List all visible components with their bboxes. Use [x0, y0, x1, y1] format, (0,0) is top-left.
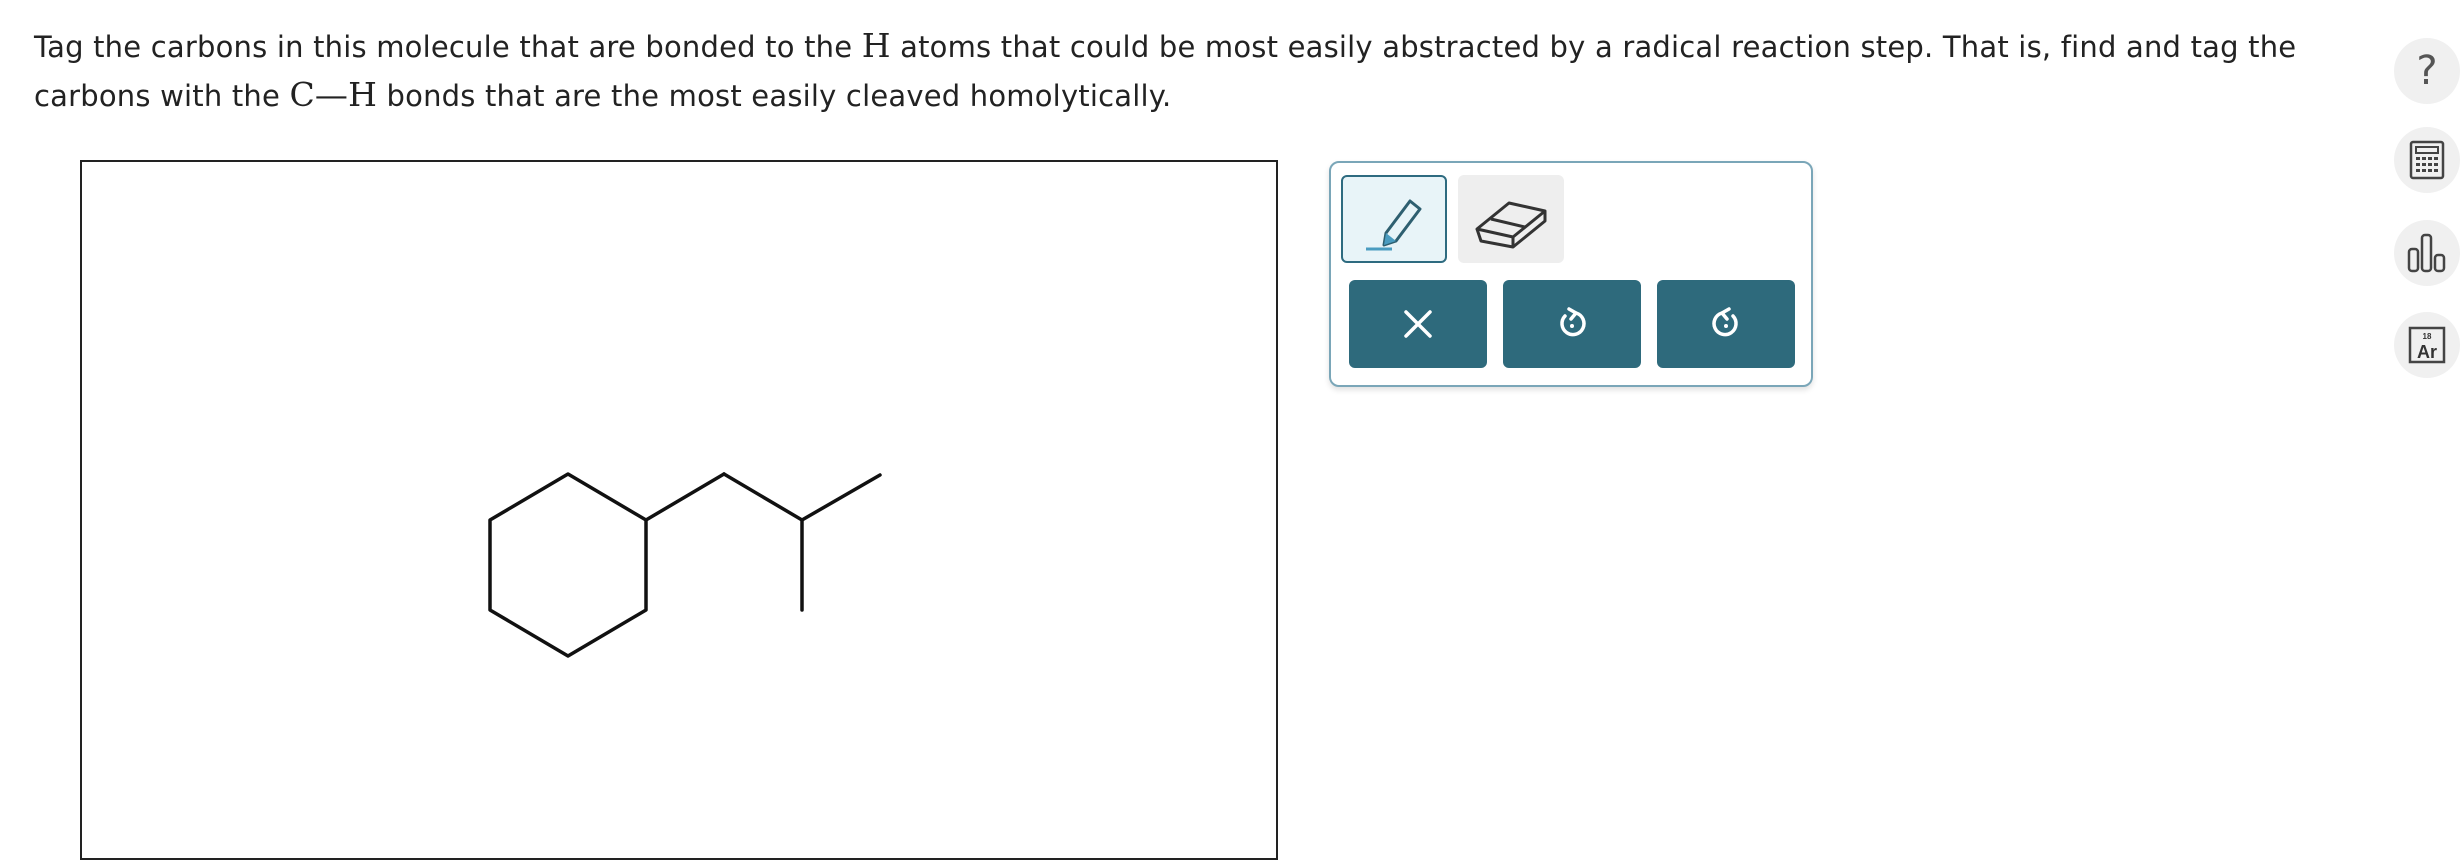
hydrogen-symbol: H [861, 26, 891, 65]
calculator-button[interactable] [2394, 127, 2460, 193]
pencil-icon [1366, 199, 1422, 251]
carbon-symbol: C [289, 75, 315, 114]
undo-icon [1560, 307, 1586, 337]
bond-dash: — [314, 75, 349, 114]
drawing-toolbar [1329, 161, 1813, 387]
hydrogen-symbol: H [348, 75, 378, 114]
bond [644, 472, 726, 522]
periodic-table-symbol: Ar [2417, 342, 2437, 362]
question-text: Tag the carbons in this molecule that ar… [34, 22, 2334, 120]
calculator-icon [2409, 140, 2445, 180]
cyclohexane-ring [488, 472, 648, 658]
clear-button[interactable] [1349, 280, 1487, 368]
pencil-tool[interactable] [1341, 175, 1447, 263]
undo-button[interactable] [1503, 280, 1641, 368]
help-button[interactable]: ? [2394, 38, 2460, 104]
molecule-structure [488, 472, 882, 658]
bond [800, 473, 882, 522]
periodic-table-button[interactable]: 18 Ar [2394, 312, 2460, 378]
eraser-tool[interactable] [1458, 175, 1564, 263]
help-icon: ? [2416, 48, 2438, 94]
periodic-table-icon: 18 Ar [2408, 326, 2446, 364]
eraser-icon [1475, 201, 1547, 249]
bond [722, 472, 804, 522]
redo-button[interactable] [1657, 280, 1795, 368]
question-text-part: Tag the carbons in this molecule that ar… [34, 30, 862, 64]
redo-icon [1712, 307, 1738, 337]
close-icon [1404, 310, 1432, 338]
periodic-table-number: 18 [2423, 332, 2432, 341]
chart-button[interactable] [2394, 220, 2460, 286]
bar-chart-icon [2407, 233, 2446, 273]
question-text-part: bonds that are the most easily cleaved h… [377, 79, 1172, 113]
drawing-canvas[interactable] [80, 160, 1278, 860]
